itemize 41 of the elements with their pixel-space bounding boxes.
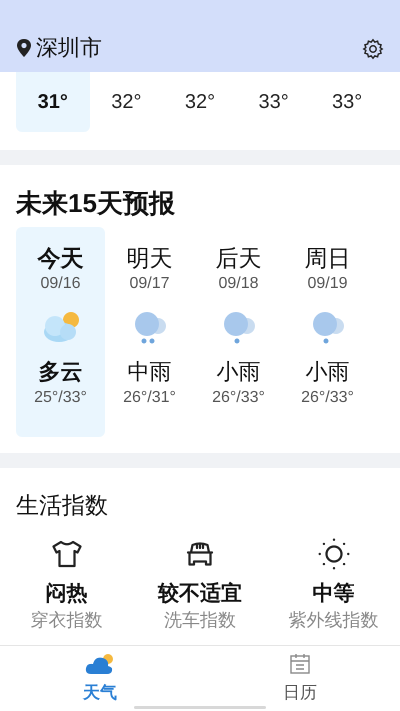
index-value: 较不适宜 bbox=[158, 580, 242, 607]
temperature-range: 25°/33° bbox=[34, 388, 87, 408]
weather-condition: 小雨 bbox=[216, 358, 260, 386]
temperature-range: 26°/33° bbox=[301, 388, 354, 408]
calendar-icon bbox=[288, 652, 312, 676]
forecast-day-card[interactable]: 明天 09/17 中雨 26°/31° bbox=[105, 227, 194, 437]
hourly-temperature[interactable]: 33° bbox=[310, 72, 384, 132]
forecast-day-card[interactable]: 今天 09/16 多云 25°/33° bbox=[16, 227, 105, 437]
nav-tab[interactable]: 天气 bbox=[0, 646, 200, 711]
city-name[interactable]: 深圳市 bbox=[36, 31, 102, 64]
temperature-range: 26°/31° bbox=[123, 388, 176, 408]
weather-condition: 中雨 bbox=[128, 358, 172, 386]
date-text: 09/16 bbox=[40, 274, 81, 294]
temperature-range: 26°/33° bbox=[212, 388, 265, 408]
date-text: 09/17 bbox=[129, 274, 170, 294]
section-title: 生活指数 bbox=[16, 491, 109, 520]
hourly-temperature[interactable]: 31° bbox=[16, 72, 90, 132]
day-name: 后天 bbox=[216, 244, 262, 273]
nav-tab[interactable]: 日历 bbox=[200, 646, 400, 711]
weather-condition: 小雨 bbox=[306, 358, 350, 386]
forecast-day-card[interactable]: 周日 09/19 小雨 26°/33° bbox=[283, 227, 372, 437]
weather-condition: 多云 bbox=[38, 358, 82, 386]
location-pin-icon bbox=[16, 38, 32, 58]
index-label: 穿衣指数 bbox=[30, 609, 102, 632]
sun-icon bbox=[316, 536, 352, 572]
cloud-sun-icon bbox=[85, 652, 115, 676]
index-value: 闷热 bbox=[46, 581, 88, 607]
hourly-temperature[interactable]: 33° bbox=[236, 72, 310, 132]
index-label: 洗车指数 bbox=[164, 609, 236, 632]
index-label: 紫外线指数 bbox=[288, 609, 378, 632]
day-name: 周日 bbox=[304, 244, 350, 273]
hourly-temperature[interactable]: 32° bbox=[90, 72, 164, 132]
settings-icon[interactable] bbox=[362, 38, 384, 60]
hourly-temperature[interactable]: 32° bbox=[163, 72, 237, 132]
index-value: 中等 bbox=[312, 581, 354, 607]
day-name: 今天 bbox=[38, 244, 84, 273]
date-text: 09/19 bbox=[307, 274, 348, 294]
section-title: 未来15天预报 bbox=[16, 187, 176, 220]
date-text: 09/18 bbox=[218, 274, 259, 294]
forecast-day-card[interactable]: 后天 09/18 小雨 26°/33° bbox=[194, 227, 283, 437]
day-name: 明天 bbox=[126, 244, 172, 273]
